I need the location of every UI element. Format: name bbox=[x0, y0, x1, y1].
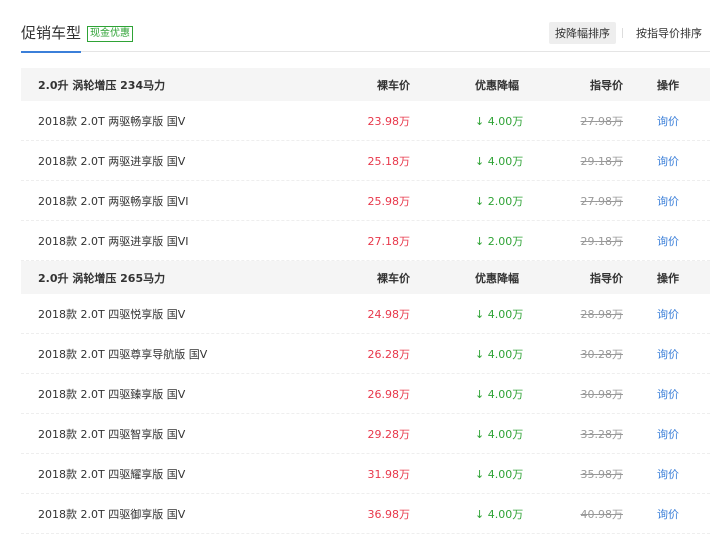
promo-header: 促销车型 现金优惠 按降幅排序 按指导价排序 bbox=[21, 0, 710, 53]
bare-price: 25.18万 bbox=[367, 154, 411, 168]
model-name: 2018款 2.0T 两驱畅享版 国VI bbox=[38, 194, 189, 208]
table-row: 2018款 2.0T 两驱畅享版 国V 23.98万 ↓ 4.00万 27.98万 询价 bbox=[21, 101, 710, 141]
guide-price: 27.98万 bbox=[580, 194, 624, 208]
table-row: 2018款 2.0T 四驱智享版 国V 29.28万 ↓ 4.00万 33.28万 询价 bbox=[21, 414, 710, 454]
guide-price: 27.98万 bbox=[580, 114, 624, 128]
inquire-price-link[interactable]: 询价 bbox=[657, 386, 679, 402]
table-row: 2018款 2.0T 四驱臻享版 国V 26.98万 ↓ 4.00万 30.98万 询价 bbox=[21, 374, 710, 414]
column-header-guide: 指导价 bbox=[590, 78, 623, 92]
inquire-price-link[interactable]: 询价 bbox=[657, 113, 679, 129]
model-name: 2018款 2.0T 四驱耀享版 国V bbox=[38, 467, 186, 481]
discount-amount: ↓ 4.00万 bbox=[475, 347, 524, 361]
table-row: 2018款 2.0T 四驱悦享版 国V 24.98万 ↓ 4.00万 28.98万 询价 bbox=[21, 294, 710, 334]
model-name: 2018款 2.0T 两驱畅享版 国V bbox=[38, 114, 186, 128]
bare-price: 26.98万 bbox=[367, 387, 411, 401]
column-header-action: 操作 bbox=[657, 78, 679, 92]
inquire-price-link[interactable]: 询价 bbox=[657, 426, 679, 442]
discount-amount: ↓ 4.00万 bbox=[475, 507, 524, 521]
group-title: 2.0升 涡轮增压 234马力 bbox=[38, 78, 166, 92]
column-header-price: 裸车价 bbox=[377, 271, 410, 285]
promo-table: 2.0升 涡轮增压 234马力 裸车价 优惠降幅 指导价 操作 2018款 2.0T 两驱… bbox=[21, 68, 710, 534]
table-row: 2018款 2.0T 四驱尊享导航版 国V 26.28万 ↓ 4.00万 30.28万… bbox=[21, 334, 710, 374]
model-name: 2018款 2.0T 四驱御享版 国V bbox=[38, 507, 186, 521]
table-row: 2018款 2.0T 两驱畅享版 国VI 25.98万 ↓ 2.00万 27.98万 询… bbox=[21, 181, 710, 221]
guide-price: 29.18万 bbox=[580, 154, 624, 168]
discount-amount: ↓ 2.00万 bbox=[475, 234, 524, 248]
model-name: 2018款 2.0T 四驱悦享版 国V bbox=[38, 307, 186, 321]
group-header: 2.0升 涡轮增压 265马力 裸车价 优惠降幅 指导价 操作 bbox=[21, 261, 710, 294]
bare-price: 36.98万 bbox=[367, 507, 411, 521]
column-header-guide: 指导价 bbox=[590, 271, 623, 285]
bare-price: 24.98万 bbox=[367, 307, 411, 321]
model-name: 2018款 2.0T 两驱进享版 国VI bbox=[38, 234, 189, 248]
discount-amount: ↓ 4.00万 bbox=[475, 307, 524, 321]
cash-discount-badge: 现金优惠 bbox=[87, 26, 133, 42]
discount-amount: ↓ 4.00万 bbox=[475, 154, 524, 168]
tab-promo-models[interactable]: 促销车型 bbox=[21, 22, 82, 53]
bare-price: 27.18万 bbox=[367, 234, 411, 248]
group-header: 2.0升 涡轮增压 234马力 裸车价 优惠降幅 指导价 操作 bbox=[21, 68, 710, 101]
guide-price: 35.98万 bbox=[580, 467, 624, 481]
bare-price: 31.98万 bbox=[367, 467, 411, 481]
column-header-action: 操作 bbox=[657, 271, 679, 285]
table-row: 2018款 2.0T 两驱进享版 国V 25.18万 ↓ 4.00万 29.18万 询价 bbox=[21, 141, 710, 181]
table-row: 2018款 2.0T 两驱进享版 国VI 27.18万 ↓ 2.00万 29.18万 询… bbox=[21, 221, 710, 261]
column-header-price: 裸车价 bbox=[377, 78, 410, 92]
bare-price: 29.28万 bbox=[367, 427, 411, 441]
inquire-price-link[interactable]: 询价 bbox=[657, 346, 679, 362]
model-name: 2018款 2.0T 四驱尊享导航版 国V bbox=[38, 347, 208, 361]
model-name: 2018款 2.0T 四驱智享版 国V bbox=[38, 427, 186, 441]
sort-by-discount-button[interactable]: 按降幅排序 bbox=[549, 22, 616, 44]
inquire-price-link[interactable]: 询价 bbox=[657, 193, 679, 209]
sort-by-guide-price-button[interactable]: 按指导价排序 bbox=[630, 22, 708, 44]
guide-price: 40.98万 bbox=[580, 507, 624, 521]
table-row: 2018款 2.0T 四驱御享版 国V 36.98万 ↓ 4.00万 40.98万 询价 bbox=[21, 494, 710, 534]
divider bbox=[622, 28, 623, 38]
guide-price: 28.98万 bbox=[580, 307, 624, 321]
bare-price: 25.98万 bbox=[367, 194, 411, 208]
bare-price: 26.28万 bbox=[367, 347, 411, 361]
discount-amount: ↓ 4.00万 bbox=[475, 427, 524, 441]
model-name: 2018款 2.0T 四驱臻享版 国V bbox=[38, 387, 186, 401]
inquire-price-link[interactable]: 询价 bbox=[657, 233, 679, 249]
inquire-price-link[interactable]: 询价 bbox=[657, 466, 679, 482]
guide-price: 30.98万 bbox=[580, 387, 624, 401]
inquire-price-link[interactable]: 询价 bbox=[657, 506, 679, 522]
guide-price: 29.18万 bbox=[580, 234, 624, 248]
discount-amount: ↓ 4.00万 bbox=[475, 467, 524, 481]
discount-amount: ↓ 4.00万 bbox=[475, 114, 524, 128]
guide-price: 30.28万 bbox=[580, 347, 624, 361]
bare-price: 23.98万 bbox=[367, 114, 411, 128]
discount-amount: ↓ 4.00万 bbox=[475, 387, 524, 401]
guide-price: 33.28万 bbox=[580, 427, 624, 441]
group-title: 2.0升 涡轮增压 265马力 bbox=[38, 271, 166, 285]
column-header-discount: 优惠降幅 bbox=[475, 271, 519, 285]
discount-amount: ↓ 2.00万 bbox=[475, 194, 524, 208]
column-header-discount: 优惠降幅 bbox=[475, 78, 519, 92]
inquire-price-link[interactable]: 询价 bbox=[657, 153, 679, 169]
model-name: 2018款 2.0T 两驱进享版 国V bbox=[38, 154, 186, 168]
table-row: 2018款 2.0T 四驱耀享版 国V 31.98万 ↓ 4.00万 35.98万 询价 bbox=[21, 454, 710, 494]
inquire-price-link[interactable]: 询价 bbox=[657, 306, 679, 322]
